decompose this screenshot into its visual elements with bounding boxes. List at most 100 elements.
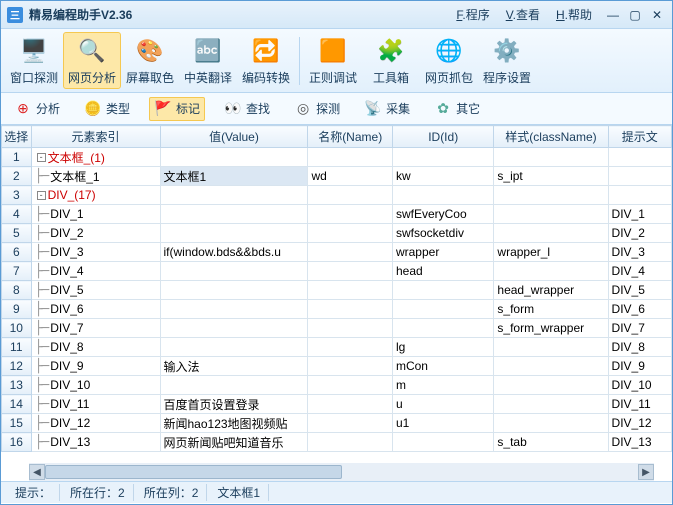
- col-header[interactable]: 值(Value): [160, 126, 308, 148]
- menu-help[interactable]: H.帮助: [556, 6, 592, 23]
- cell-class: [494, 395, 608, 414]
- cell-tip: [608, 148, 671, 167]
- scroll-track[interactable]: [45, 464, 638, 480]
- cell-tip: DIV_9: [608, 357, 671, 376]
- cell-class: [494, 357, 608, 376]
- status-row: 所在行：2: [62, 484, 134, 501]
- menu-view[interactable]: V.查看: [506, 6, 540, 23]
- table-row[interactable]: 12├─ DIV_9输入法mConDIV_9: [2, 357, 672, 376]
- cell-value: [160, 205, 308, 224]
- tool-8[interactable]: ⚙️程序设置: [478, 32, 536, 89]
- cell-tip: DIV_12: [608, 414, 671, 433]
- cell-class: wrapper_l: [494, 243, 608, 262]
- table-row[interactable]: 10├─ DIV_7s_form_wrapperDIV_7: [2, 319, 672, 338]
- cell-index: ├─ DIV_13: [31, 433, 160, 452]
- tool-label: 工具箱: [363, 69, 419, 86]
- cell-name: [308, 186, 393, 205]
- table-row[interactable]: 15├─ DIV_12新闻hao123地图视频贴u1DIV_12: [2, 414, 672, 433]
- cell-class: [494, 376, 608, 395]
- cell-name: [308, 395, 393, 414]
- cell-class: [494, 224, 608, 243]
- cell-index: ├─ DIV_1: [31, 205, 160, 224]
- cell-id: swfEveryCoo: [392, 205, 493, 224]
- statusbar: 提示： 所在行：2 所在列：2 文本框1: [1, 481, 672, 503]
- scroll-thumb[interactable]: [45, 465, 342, 479]
- col-header[interactable]: 提示文: [608, 126, 671, 148]
- sub-toolbar: ⊕分析 🪙类型 🚩标记 👀查找 ◎探测 📡采集 ✿其它: [1, 93, 672, 125]
- cell-index: ├─ DIV_12: [31, 414, 160, 433]
- tool-2[interactable]: 🎨屏幕取色: [121, 32, 179, 89]
- cell-index: ├─ DIV_6: [31, 300, 160, 319]
- col-header[interactable]: 名称(Name): [308, 126, 393, 148]
- scroll-left-icon[interactable]: ◀: [29, 464, 45, 480]
- subitem-3[interactable]: 👀查找: [219, 97, 275, 121]
- scroll-right-icon[interactable]: ▶: [638, 464, 654, 480]
- tool-icon: 🟧: [317, 35, 349, 67]
- cell-value: [160, 224, 308, 243]
- table-row[interactable]: 11├─ DIV_8lgDIV_8: [2, 338, 672, 357]
- tool-4[interactable]: 🔁编码转换: [237, 32, 295, 89]
- cell-id: swfsocketdiv: [392, 224, 493, 243]
- tool-7[interactable]: 🌐网页抓包: [420, 32, 478, 89]
- col-header[interactable]: 选择: [2, 126, 32, 148]
- horizontal-scrollbar[interactable]: ◀ ▶: [29, 463, 654, 481]
- col-header[interactable]: ID(Id): [392, 126, 493, 148]
- cell-class: [494, 186, 608, 205]
- tree-toggle-icon[interactable]: -: [37, 191, 46, 200]
- tool-1[interactable]: 🔍网页分析: [63, 32, 121, 89]
- subitem-4[interactable]: ◎探测: [289, 97, 345, 121]
- subitem-icon: 🪙: [84, 100, 102, 118]
- subitem-5[interactable]: 📡采集: [359, 97, 415, 121]
- app-icon: 三: [7, 7, 23, 23]
- menu-program[interactable]: F.程序: [456, 6, 489, 23]
- tool-5[interactable]: 🟧正则调试: [304, 32, 362, 89]
- minimize-button[interactable]: —: [604, 8, 622, 22]
- table-row[interactable]: 1- 文本框_(1): [2, 148, 672, 167]
- subitem-label: 标记: [176, 100, 200, 117]
- table-row[interactable]: 8├─ DIV_5head_wrapperDIV_5: [2, 281, 672, 300]
- table-row[interactable]: 7├─ DIV_4headDIV_4: [2, 262, 672, 281]
- tool-label: 窗口探测: [6, 69, 62, 86]
- tool-6[interactable]: 🧩工具箱: [362, 32, 420, 89]
- cell-name: [308, 205, 393, 224]
- table-row[interactable]: 3- DIV_(17): [2, 186, 672, 205]
- col-header[interactable]: 样式(className): [494, 126, 608, 148]
- tool-label: 屏幕取色: [122, 69, 178, 86]
- table-row[interactable]: 4├─ DIV_1swfEveryCooDIV_1: [2, 205, 672, 224]
- element-grid[interactable]: 选择元素索引值(Value)名称(Name)ID(Id)样式(className…: [1, 125, 672, 452]
- table-row[interactable]: 9├─ DIV_6s_formDIV_6: [2, 300, 672, 319]
- tool-icon: ⚙️: [491, 35, 523, 67]
- cell-value: 网页新闻贴吧知道音乐: [160, 433, 308, 452]
- col-header[interactable]: 元素索引: [31, 126, 160, 148]
- table-row[interactable]: 14├─ DIV_11百度首页设置登录uDIV_11: [2, 395, 672, 414]
- cell-tip: [608, 186, 671, 205]
- subitem-icon: 📡: [364, 100, 382, 118]
- tool-3[interactable]: 🔤中英翻译: [179, 32, 237, 89]
- subitem-0[interactable]: ⊕分析: [9, 97, 65, 121]
- table-row[interactable]: 2├─ 文本框_1文本框1wdkws_ipt: [2, 167, 672, 186]
- tool-0[interactable]: 🖥️窗口探测: [5, 32, 63, 89]
- close-button[interactable]: ✕: [648, 8, 666, 22]
- grid-container: 选择元素索引值(Value)名称(Name)ID(Id)样式(className…: [1, 125, 672, 481]
- subitem-1[interactable]: 🪙类型: [79, 97, 135, 121]
- row-number: 12: [2, 357, 32, 376]
- cell-tip: DIV_8: [608, 338, 671, 357]
- cell-index: ├─ DIV_2: [31, 224, 160, 243]
- table-row[interactable]: 6├─ DIV_3if(window.bds&&bds.uwrapperwrap…: [2, 243, 672, 262]
- table-row[interactable]: 13├─ DIV_10mDIV_10: [2, 376, 672, 395]
- table-row[interactable]: 5├─ DIV_2swfsocketdivDIV_2: [2, 224, 672, 243]
- subitem-icon: ✿: [434, 100, 452, 118]
- cell-index: ├─ DIV_4: [31, 262, 160, 281]
- subitem-2[interactable]: 🚩标记: [149, 97, 205, 121]
- table-row[interactable]: 16├─ DIV_13网页新闻贴吧知道音乐s_tabDIV_13: [2, 433, 672, 452]
- cell-value: [160, 262, 308, 281]
- cell-id: [392, 281, 493, 300]
- cell-name: [308, 281, 393, 300]
- cell-value: [160, 281, 308, 300]
- status-text: 文本框1: [209, 484, 269, 501]
- cell-id: u1: [392, 414, 493, 433]
- tree-toggle-icon[interactable]: -: [37, 153, 46, 162]
- cell-value: 百度首页设置登录: [160, 395, 308, 414]
- subitem-6[interactable]: ✿其它: [429, 97, 485, 121]
- maximize-button[interactable]: ▢: [626, 8, 644, 22]
